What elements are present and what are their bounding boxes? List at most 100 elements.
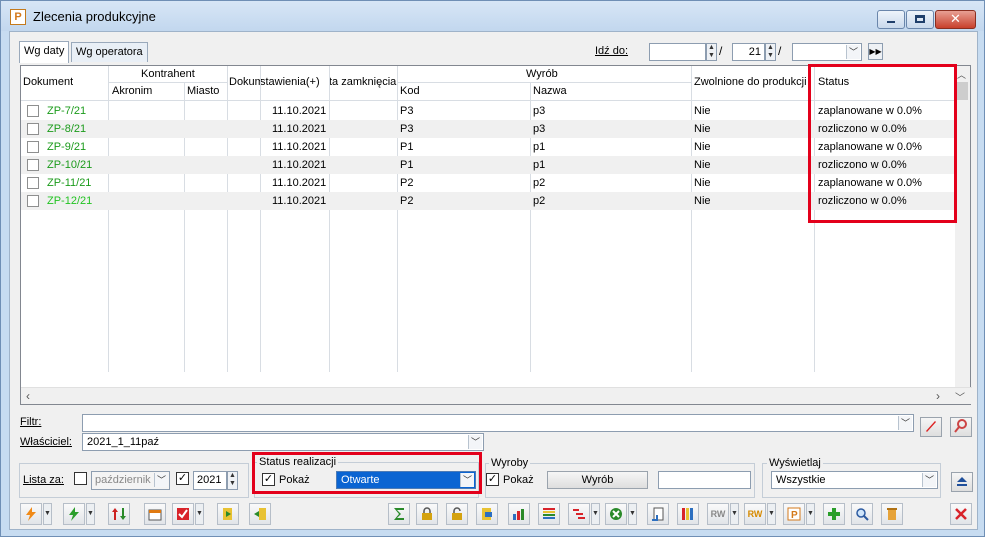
generate-green-dropdown[interactable]: ▼ bbox=[86, 503, 95, 525]
row-nazwa: p3 bbox=[533, 123, 546, 135]
chevron-down-icon[interactable]: ﹀ bbox=[154, 473, 168, 487]
filter-input[interactable]: ﹀ bbox=[82, 414, 914, 432]
row-kod: P1 bbox=[400, 141, 414, 153]
rw-button[interactable]: RW bbox=[744, 503, 766, 525]
scroll-left-icon[interactable]: ‹ bbox=[26, 389, 30, 403]
column-header-kod[interactable]: Kod bbox=[400, 85, 420, 97]
row-document[interactable]: ZP-7/21 bbox=[47, 105, 86, 117]
excel-dropdown[interactable]: ▼ bbox=[628, 503, 637, 525]
column-header-dokumenty[interactable]: Dokum bbox=[229, 76, 262, 88]
mark-button[interactable] bbox=[172, 503, 194, 525]
goto-month-spinner[interactable]: ▲ ▼ bbox=[765, 43, 776, 61]
chevron-down-icon[interactable]: ﹀ bbox=[922, 473, 936, 487]
maximize-button[interactable] bbox=[906, 10, 934, 29]
wyrob-button[interactable]: Wyrób bbox=[547, 471, 648, 489]
horizontal-scrollbar[interactable]: ‹ › ﹀ bbox=[21, 387, 972, 404]
date-separator: / bbox=[719, 44, 723, 58]
column-header-akronim[interactable]: Akronim bbox=[112, 85, 152, 97]
gantt-button[interactable] bbox=[568, 503, 590, 525]
generate-green-button[interactable] bbox=[63, 503, 85, 525]
tab-wg-operatora[interactable]: Wg operatora bbox=[71, 42, 148, 62]
calendar-button[interactable] bbox=[144, 503, 166, 525]
chart-button[interactable] bbox=[508, 503, 530, 525]
year-input[interactable]: 2021 bbox=[193, 471, 227, 490]
rw-dropdown[interactable]: ▼ bbox=[767, 503, 776, 525]
scroll-thumb[interactable] bbox=[957, 82, 968, 100]
rw-disabled-dropdown[interactable]: ▼ bbox=[730, 503, 739, 525]
title-bar[interactable]: P Zlecenia produkcyjne ✕ bbox=[1, 1, 984, 31]
close-window-button[interactable]: ✕ bbox=[935, 10, 976, 29]
delete-button[interactable] bbox=[881, 503, 903, 525]
goto-year-combo[interactable]: ﹀ bbox=[792, 43, 862, 61]
export-button[interactable] bbox=[249, 503, 271, 525]
minimize-button[interactable] bbox=[877, 10, 905, 29]
scroll-right-icon[interactable]: › bbox=[936, 389, 940, 403]
p-document-button[interactable]: P bbox=[783, 503, 805, 525]
scroll-down-icon[interactable]: ﹀ bbox=[955, 389, 965, 404]
column-header-nazwa[interactable]: Nazwa bbox=[533, 85, 567, 97]
goto-fast-forward-button[interactable]: ▶▶ bbox=[868, 43, 883, 60]
pencil-icon bbox=[926, 421, 936, 432]
eject-button[interactable] bbox=[951, 472, 973, 492]
generate-dropdown[interactable]: ▼ bbox=[43, 503, 52, 525]
row-checkbox[interactable] bbox=[27, 159, 39, 171]
wyswietlaj-combo[interactable]: Wszystkie ﹀ bbox=[771, 471, 938, 489]
document-move-button[interactable] bbox=[476, 503, 498, 525]
sum-button[interactable] bbox=[388, 503, 410, 525]
filter-clear-button[interactable] bbox=[920, 417, 942, 437]
column-header-data-wystawienia[interactable]: stawienia(+) bbox=[260, 76, 330, 88]
vertical-scrollbar[interactable]: ︿ bbox=[955, 66, 970, 388]
row-document[interactable]: ZP-9/21 bbox=[47, 141, 86, 153]
search-button[interactable] bbox=[851, 503, 873, 525]
excel-button[interactable] bbox=[605, 503, 627, 525]
generate-button[interactable] bbox=[20, 503, 42, 525]
list-colors-button[interactable] bbox=[538, 503, 560, 525]
row-checkbox[interactable] bbox=[27, 141, 39, 153]
row-document[interactable]: ZP-12/21 bbox=[47, 195, 92, 207]
import-button[interactable] bbox=[217, 503, 239, 525]
add-button[interactable] bbox=[823, 503, 845, 525]
column-header-dokument[interactable]: Dokument bbox=[23, 76, 73, 88]
document-corner-button[interactable] bbox=[647, 503, 669, 525]
row-checkbox[interactable] bbox=[27, 123, 39, 135]
column-header-zwolnione[interactable]: Zwolnione do produkcji bbox=[694, 76, 807, 88]
goto-day-input[interactable] bbox=[649, 43, 706, 61]
month-checkbox[interactable] bbox=[74, 472, 87, 485]
column-header-data-zamkniecia[interactable]: ta zamknięcia bbox=[329, 76, 397, 88]
close-form-button[interactable] bbox=[950, 503, 972, 525]
p-document-dropdown[interactable]: ▼ bbox=[806, 503, 815, 525]
row-document[interactable]: ZP-11/21 bbox=[47, 177, 91, 189]
month-combo[interactable]: październik ﹀ bbox=[91, 471, 170, 490]
rw-disabled-button[interactable]: RW bbox=[707, 503, 729, 525]
owner-combo[interactable]: 2021_1_11paź ﹀ bbox=[82, 433, 484, 451]
row-checkbox[interactable] bbox=[27, 105, 39, 117]
goto-day-spinner[interactable]: ▲ ▼ bbox=[706, 43, 717, 61]
chevron-down-icon[interactable]: ﹀ bbox=[468, 435, 482, 449]
month-value: październik bbox=[95, 474, 151, 486]
row-document[interactable]: ZP-10/21 bbox=[47, 159, 92, 171]
year-checkbox[interactable]: ✓ bbox=[176, 472, 189, 485]
column-header-wyrob[interactable]: Wyrób bbox=[526, 68, 558, 80]
lock-button[interactable] bbox=[416, 503, 438, 525]
mark-dropdown[interactable]: ▼ bbox=[195, 503, 204, 525]
chevron-down-icon[interactable]: ﹀ bbox=[846, 45, 860, 59]
wyroby-pokaz-checkbox[interactable]: ✓ bbox=[486, 473, 499, 486]
row-document[interactable]: ZP-8/21 bbox=[47, 123, 86, 135]
column-header-miasto[interactable]: Miasto bbox=[187, 85, 219, 97]
lock-icon bbox=[422, 507, 432, 520]
tab-wg-daty[interactable]: Wg daty bbox=[19, 41, 70, 63]
column-header-kontrahent[interactable]: Kontrahent bbox=[141, 68, 195, 80]
wyswietlaj-value: Wszystkie bbox=[776, 474, 826, 486]
filter-search-button[interactable] bbox=[950, 417, 972, 437]
row-checkbox[interactable] bbox=[27, 177, 39, 189]
sort-button[interactable] bbox=[108, 503, 130, 525]
scroll-up-icon[interactable]: ︿ bbox=[957, 68, 966, 81]
binders-button[interactable] bbox=[677, 503, 699, 525]
year-spinner[interactable]: ▲ ▼ bbox=[227, 471, 238, 490]
goto-month-input[interactable]: 21 bbox=[732, 43, 765, 61]
chevron-down-icon[interactable]: ﹀ bbox=[898, 416, 912, 430]
gantt-dropdown[interactable]: ▼ bbox=[591, 503, 600, 525]
unlock-button[interactable] bbox=[446, 503, 468, 525]
wyrob-input[interactable] bbox=[658, 471, 751, 489]
row-checkbox[interactable] bbox=[27, 195, 39, 207]
